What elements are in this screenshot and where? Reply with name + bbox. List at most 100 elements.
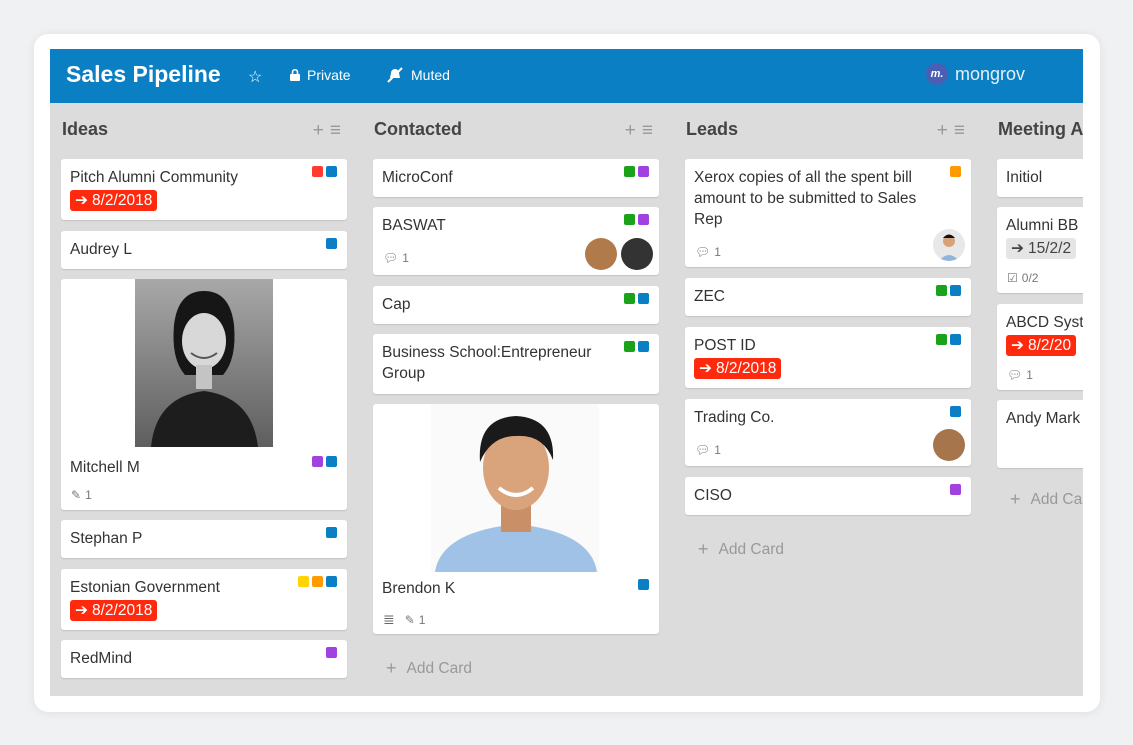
card-title: Stephan P <box>70 530 143 547</box>
card-title: Brendon K <box>382 580 456 597</box>
lock-icon <box>290 69 300 81</box>
due-date-badge[interactable]: ➔ 8/2/2018 <box>70 600 158 621</box>
label-purple <box>638 166 649 177</box>
board-header: Sales Pipeline ☆ Private Muted m. mongro… <box>50 49 1083 103</box>
card-cover-image <box>61 279 347 449</box>
privacy-button[interactable]: Private <box>290 67 351 83</box>
card-title: Estonian Government <box>70 579 220 596</box>
card-title: Initiol <box>1006 169 1043 186</box>
paperclip-icon: ✎ <box>404 612 415 627</box>
member-avatar[interactable] <box>585 238 617 270</box>
card-labels <box>936 285 961 296</box>
due-date-badge[interactable]: ➔ 8/2/20 <box>1006 335 1077 356</box>
card[interactable]: BASWAT 💬︎ 1 <box>373 207 659 275</box>
add-icon[interactable]: + <box>937 120 954 141</box>
card-labels <box>326 238 337 249</box>
card-title: Mitchell M <box>70 459 140 476</box>
due-date-badge[interactable]: ➔ 8/2/2018 <box>70 190 158 211</box>
card[interactable]: Cap <box>373 286 659 324</box>
card-title: ZEC <box>694 288 725 305</box>
list-title[interactable]: Contacted <box>374 119 462 140</box>
card-labels <box>326 647 337 658</box>
card[interactable]: Trading Co. 💬︎ 1 <box>685 399 971 466</box>
list-ideas: Ideas +≡ Pitch Alumni Community ➔ 8/2/201… <box>50 103 363 696</box>
comment-number: 1 <box>1026 368 1033 382</box>
card-title: ABCD Syst <box>1006 314 1083 331</box>
label-blue <box>638 293 649 304</box>
due-date: 8/2/2018 <box>92 602 153 619</box>
attachment-number: 1 <box>418 612 426 627</box>
card-labels <box>950 406 961 417</box>
comment-number: 1 <box>714 245 721 259</box>
label-orange <box>950 166 961 177</box>
card[interactable]: Pitch Alumni Community ➔ 8/2/2018 <box>61 159 347 220</box>
list-title[interactable]: Leads <box>686 119 738 140</box>
member-avatar[interactable] <box>621 238 653 270</box>
due-date-badge[interactable]: ➔ 15/2/2 <box>1006 238 1077 259</box>
card-labels <box>624 166 649 177</box>
due-date: 8/2/20 <box>1028 337 1072 354</box>
card-title: Andy Mark <box>1006 410 1081 427</box>
add-icon[interactable]: + <box>625 120 642 141</box>
plus-icon: + <box>1010 489 1021 509</box>
due-arrow-icon: ➔ <box>75 602 88 619</box>
list-title[interactable]: Ideas <box>62 119 108 140</box>
card[interactable]: Business School:Entrepreneur Group <box>373 334 659 394</box>
label-red <box>312 166 323 177</box>
list-title[interactable]: Meeting A <box>998 119 1083 140</box>
card[interactable]: Brendon K ≣ ✎ 1 <box>373 404 659 634</box>
due-arrow-icon: ➔ <box>1011 337 1024 354</box>
card[interactable]: RedMind <box>61 640 347 678</box>
add-icon[interactable]: + <box>313 120 330 141</box>
card-title: POST ID <box>694 337 756 354</box>
card[interactable]: Alumni BB ➔ 15/2/2 ☑ 0/2 <box>997 207 1083 293</box>
card-labels <box>936 334 961 345</box>
due-date-badge[interactable]: ➔ 8/2/2018 <box>694 358 782 379</box>
due-date: 8/2/2018 <box>716 360 777 377</box>
list-actions: +≡ <box>313 120 347 142</box>
menu-icon[interactable]: ≡ <box>330 120 347 141</box>
member-avatar[interactable] <box>933 429 965 461</box>
card-labels <box>638 579 649 590</box>
list-meeting: Meeting A Initiol Alumni BB ➔ 15/2/2 ☑ 0/2… <box>986 103 1083 696</box>
member-avatar[interactable] <box>933 229 965 261</box>
card-title: Trading Co. <box>694 409 775 426</box>
add-card-button[interactable]: + Add Card <box>1010 489 1083 510</box>
card-labels <box>312 166 337 177</box>
add-card-button[interactable]: + Add Card <box>698 539 784 560</box>
star-icon: ☆ <box>248 69 263 86</box>
due-arrow-icon: ➔ <box>75 192 88 209</box>
muted-bell-icon <box>387 67 403 83</box>
board-title[interactable]: Sales Pipeline <box>66 61 221 88</box>
label-blue <box>326 527 337 538</box>
add-card-button[interactable]: + Add Card <box>386 658 472 679</box>
menu-icon[interactable]: ≡ <box>954 120 971 141</box>
due-arrow-icon: ➔ <box>1011 240 1024 257</box>
card[interactable]: MicroConf <box>373 159 659 197</box>
card[interactable]: POST ID ➔ 8/2/2018 <box>685 327 971 388</box>
card[interactable]: Andy Mark <box>997 400 1083 468</box>
checklist-count: ☑ 0/2 <box>1007 271 1038 285</box>
card[interactable]: ZEC <box>685 278 971 316</box>
card[interactable]: Xerox copies of all the spent bill amoun… <box>685 159 971 267</box>
comment-count: 💬︎ 1 <box>1007 368 1033 382</box>
card[interactable]: Estonian Government ➔ 8/2/2018 <box>61 569 347 630</box>
card[interactable]: Initiol <box>997 159 1083 197</box>
card-title: Xerox copies of all the spent bill amoun… <box>694 169 917 228</box>
star-button[interactable]: ☆ <box>248 67 262 87</box>
checklist-progress: 0/2 <box>1021 271 1039 285</box>
comment-count: 💬︎ 1 <box>695 443 721 457</box>
card[interactable]: CISO <box>685 477 971 515</box>
card[interactable]: Audrey L <box>61 231 347 269</box>
due-arrow-icon: ➔ <box>699 360 712 377</box>
card[interactable]: ABCD Syst ➔ 8/2/20 💬︎ 1 <box>997 304 1083 390</box>
card[interactable]: Mitchell M ✎ 1 <box>61 279 347 510</box>
comment-count: 💬︎ 1 <box>383 251 409 265</box>
mute-button[interactable]: Muted <box>386 67 450 83</box>
due-date: 8/2/2018 <box>92 192 153 209</box>
card-labels <box>624 341 649 352</box>
card-title: Cap <box>382 296 411 313</box>
plus-icon: + <box>386 658 397 678</box>
menu-icon[interactable]: ≡ <box>642 120 659 141</box>
card[interactable]: Stephan P <box>61 520 347 558</box>
